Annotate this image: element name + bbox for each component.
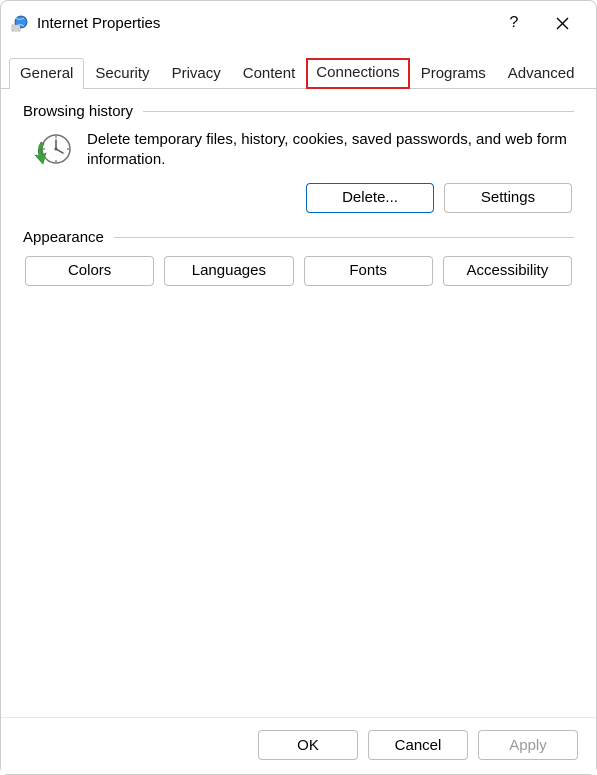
appearance-label: Appearance — [23, 229, 104, 246]
appearance-group: Appearance Colors Languages Fonts Access… — [23, 229, 574, 286]
tab-connections[interactable]: Connections — [306, 58, 409, 89]
delete-button[interactable]: Delete... — [306, 183, 434, 213]
titlebar: Internet Properties ? — [1, 1, 596, 43]
accessibility-button[interactable]: Accessibility — [443, 256, 572, 286]
close-icon — [556, 17, 569, 30]
cancel-button[interactable]: Cancel — [368, 730, 468, 760]
tab-advanced[interactable]: Advanced — [497, 58, 586, 89]
close-button[interactable] — [540, 9, 584, 37]
help-button[interactable]: ? — [494, 9, 534, 37]
tab-privacy[interactable]: Privacy — [161, 58, 232, 89]
browsing-history-description: Delete temporary files, history, cookies… — [87, 130, 574, 171]
colors-button[interactable]: Colors — [25, 256, 154, 286]
tab-content[interactable]: Content — [232, 58, 307, 89]
fonts-button[interactable]: Fonts — [304, 256, 433, 286]
tab-programs[interactable]: Programs — [410, 58, 497, 89]
browsing-history-group: Browsing history — [23, 103, 574, 213]
tab-general[interactable]: General — [9, 58, 84, 89]
dialog-actions: OK Cancel Apply — [1, 717, 596, 774]
apply-button[interactable]: Apply — [478, 730, 578, 760]
tab-content-general: Browsing history — [1, 89, 596, 717]
tab-bar: General Security Privacy Content Connect… — [1, 57, 596, 89]
languages-button[interactable]: Languages — [164, 256, 293, 286]
window-title: Internet Properties — [37, 15, 160, 32]
ok-button[interactable]: OK — [258, 730, 358, 760]
settings-button[interactable]: Settings — [444, 183, 572, 213]
browsing-history-label: Browsing history — [23, 103, 133, 120]
divider — [114, 237, 574, 238]
internet-options-icon — [11, 14, 29, 32]
tab-security[interactable]: Security — [84, 58, 160, 89]
history-clock-icon — [33, 130, 75, 172]
divider — [143, 111, 574, 112]
internet-properties-dialog: Internet Properties ? General Security P… — [0, 0, 597, 775]
